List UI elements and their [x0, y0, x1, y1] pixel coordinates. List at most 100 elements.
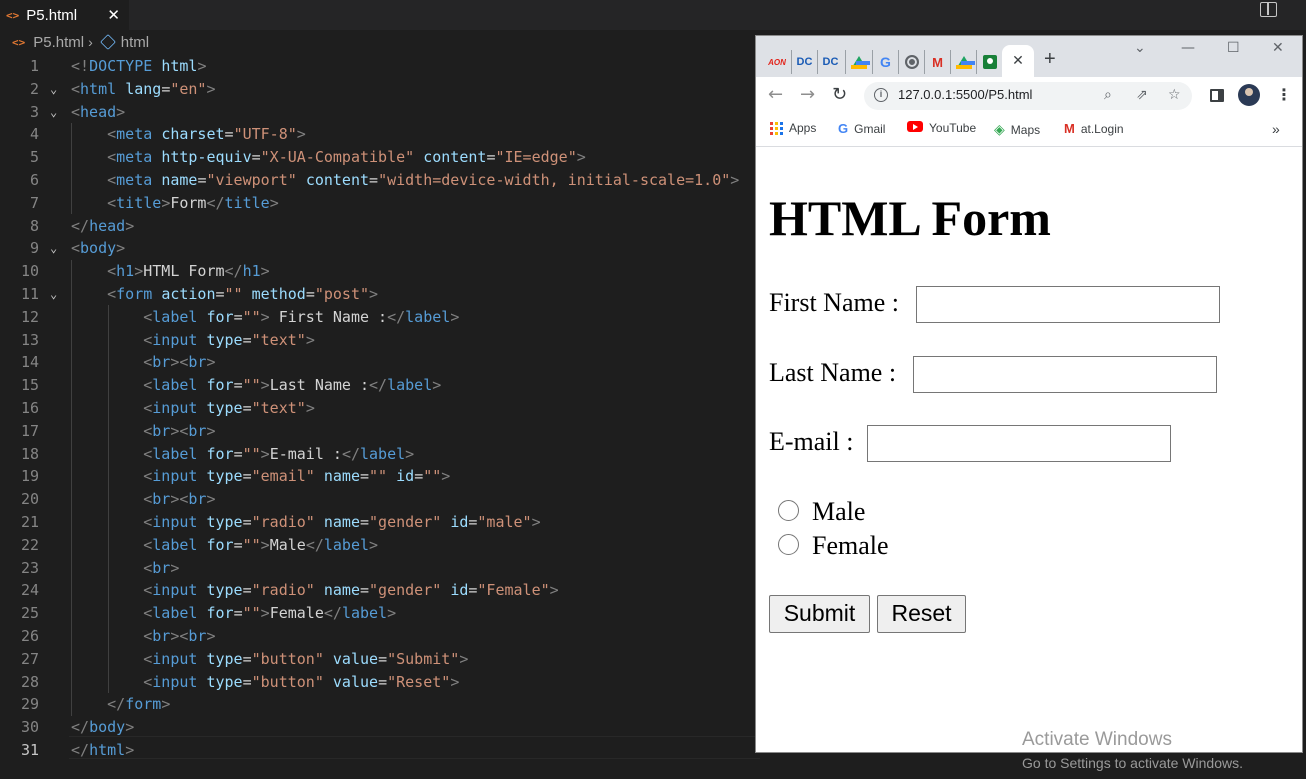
browser-tab[interactable] [898, 50, 924, 74]
url-text[interactable]: 127.0.0.1:5500/P5.html [898, 87, 1032, 102]
gmail-icon: M [932, 54, 943, 70]
breadcrumb-file[interactable]: P5.html [33, 34, 84, 51]
bookmark-gmail[interactable]: G Gmail [838, 121, 885, 136]
side-panel-icon[interactable] [1210, 89, 1224, 102]
split-editor-icon[interactable] [1260, 2, 1277, 17]
close-icon[interactable]: ✕ [107, 6, 120, 24]
code-token: br [188, 353, 207, 372]
code-line[interactable]: 16 <input type="text"> [0, 397, 760, 420]
line-number: 13 [20, 330, 39, 349]
code-token: = [378, 649, 388, 668]
submit-button[interactable]: Submit [769, 595, 870, 633]
browser-tab[interactable]: M [924, 50, 950, 74]
code-line[interactable]: 4 <meta charset="UTF-8"> [0, 123, 760, 146]
code-line[interactable]: 27 <input type="button" value="Submit"> [0, 648, 760, 671]
address-bar[interactable]: i 127.0.0.1:5500/P5.html ⌕ ⇗ ☆ [864, 82, 1192, 110]
code-line[interactable]: 3 ⌄ <head> [0, 101, 760, 124]
code-line[interactable]: 29 </form> [0, 693, 760, 716]
info-icon[interactable]: i [874, 88, 888, 102]
code-token: < [71, 102, 81, 121]
more-vertical-icon[interactable]: ⋮ [1276, 85, 1292, 104]
minimize-icon[interactable]: — [1181, 40, 1195, 56]
code-line[interactable]: 25 <label for="">Female</label> [0, 602, 760, 625]
browser-tab[interactable]: G [872, 50, 898, 74]
code-line[interactable]: 2 ⌄ <html lang="en"> [0, 78, 760, 101]
browser-tab[interactable]: DC [817, 50, 843, 74]
browser-tab[interactable]: AON [764, 50, 790, 74]
share-icon[interactable]: ⇗ [1136, 87, 1148, 103]
bookmark-maps[interactable]: ◈ Maps [994, 121, 1040, 138]
fold-chevron-icon[interactable]: ⌄ [50, 237, 57, 260]
code-line[interactable]: 5 <meta http-equiv="X-UA-Compatible" con… [0, 146, 760, 169]
code-line[interactable]: 17 <br><br> [0, 420, 760, 443]
code-line[interactable]: 21 <input type="radio" name="gender" id=… [0, 511, 760, 534]
code-line[interactable]: 7 <title>Form</title> [0, 192, 760, 215]
code-line[interactable]: 23 <br> [0, 557, 760, 580]
code-token: lang [125, 79, 162, 98]
code-line[interactable]: 6 <meta name="viewport" content="width=d… [0, 169, 760, 192]
code-line[interactable]: 28 <input type="button" value="Reset"> [0, 671, 760, 694]
code-line[interactable]: 30 </body> [0, 716, 760, 739]
back-arrow-icon[interactable]: ← [768, 85, 783, 105]
code-line[interactable]: 15 <label for="">Last Name :</label> [0, 374, 760, 397]
close-icon[interactable]: ✕ [1012, 53, 1024, 69]
code-token: "text" [251, 330, 306, 349]
window-close-icon[interactable]: ✕ [1272, 40, 1284, 56]
new-tab-button[interactable]: + [1044, 48, 1056, 71]
reset-button[interactable]: Reset [877, 595, 966, 633]
fold-chevron-icon[interactable]: ⌄ [50, 101, 57, 124]
code-line[interactable]: 19 <input type="email" name="" id=""> [0, 465, 760, 488]
maximize-icon[interactable]: ☐ [1227, 40, 1240, 56]
code-line[interactable]: 9 ⌄ <body> [0, 237, 760, 260]
code-token: value [332, 649, 379, 668]
code-line[interactable]: 10 <h1>HTML Form</h1> [0, 260, 760, 283]
code-line[interactable]: 1 <!DOCTYPE html> [0, 55, 760, 78]
last-name-input[interactable] [913, 356, 1217, 393]
bookmark-apps[interactable]: Apps [770, 121, 816, 135]
code-line[interactable]: 31 </html> [0, 739, 760, 762]
code-text: <br><br> [71, 351, 215, 374]
code-line[interactable]: 8 </head> [0, 215, 760, 238]
code-editor[interactable]: 1 <!DOCTYPE html> 2 ⌄ <html lang="en"> 3 ⌄ <hea… [0, 55, 760, 779]
browser-tab[interactable] [976, 50, 1002, 74]
star-icon[interactable]: ☆ [1168, 87, 1181, 103]
code-line[interactable]: 11 ⌄ <form action="" method="post"> [0, 283, 760, 306]
forward-arrow-icon[interactable]: → [800, 85, 815, 105]
code-line[interactable]: 26 <br><br> [0, 625, 760, 648]
profile-avatar[interactable] [1238, 84, 1260, 106]
email-input[interactable] [867, 425, 1171, 462]
reload-icon[interactable]: ↻ [832, 85, 847, 105]
zoom-icon[interactable]: ⌕ [1104, 87, 1112, 103]
fold-chevron-icon[interactable]: ⌄ [50, 78, 57, 101]
editor-tab-p5-html[interactable]: <> P5.html ✕ [0, 0, 129, 30]
symbol-cube-icon [99, 34, 116, 50]
chevron-down-icon[interactable]: ⌄ [1134, 40, 1146, 56]
fold-chevron-icon[interactable]: ⌄ [50, 283, 57, 306]
code-line[interactable]: 13 <input type="text"> [0, 329, 760, 352]
male-radio[interactable] [778, 500, 799, 521]
code-token: > [296, 125, 306, 144]
code-line[interactable]: 14 <br><br> [0, 351, 760, 374]
browser-tab[interactable]: DC [791, 50, 817, 74]
breadcrumb-symbol[interactable]: html [121, 34, 149, 51]
code-line[interactable]: 24 <input type="radio" name="gender" id=… [0, 579, 760, 602]
code-line[interactable]: 20 <br><br> [0, 488, 760, 511]
code-line[interactable]: 18 <label for="">E-mail :</label> [0, 443, 760, 466]
female-radio[interactable] [778, 534, 799, 555]
first-name-input[interactable] [916, 286, 1220, 323]
line-number: 30 [20, 718, 39, 737]
bookmark-at-login[interactable]: Mat.Login [1064, 121, 1124, 136]
code-line[interactable]: 12 <label for=""> First Name :</label> [0, 306, 760, 329]
active-browser-tab[interactable]: ✕ [1002, 45, 1034, 77]
code-token: < [107, 262, 117, 281]
code-token: name [323, 581, 360, 600]
browser-tab[interactable] [950, 50, 976, 74]
code-line[interactable]: 22 <label for="">Male</label> [0, 534, 760, 557]
bookmarks-more-icon[interactable]: » [1272, 121, 1280, 137]
browser-tab[interactable] [845, 50, 871, 74]
bookmark-youtube[interactable]: YouTube [907, 121, 976, 135]
